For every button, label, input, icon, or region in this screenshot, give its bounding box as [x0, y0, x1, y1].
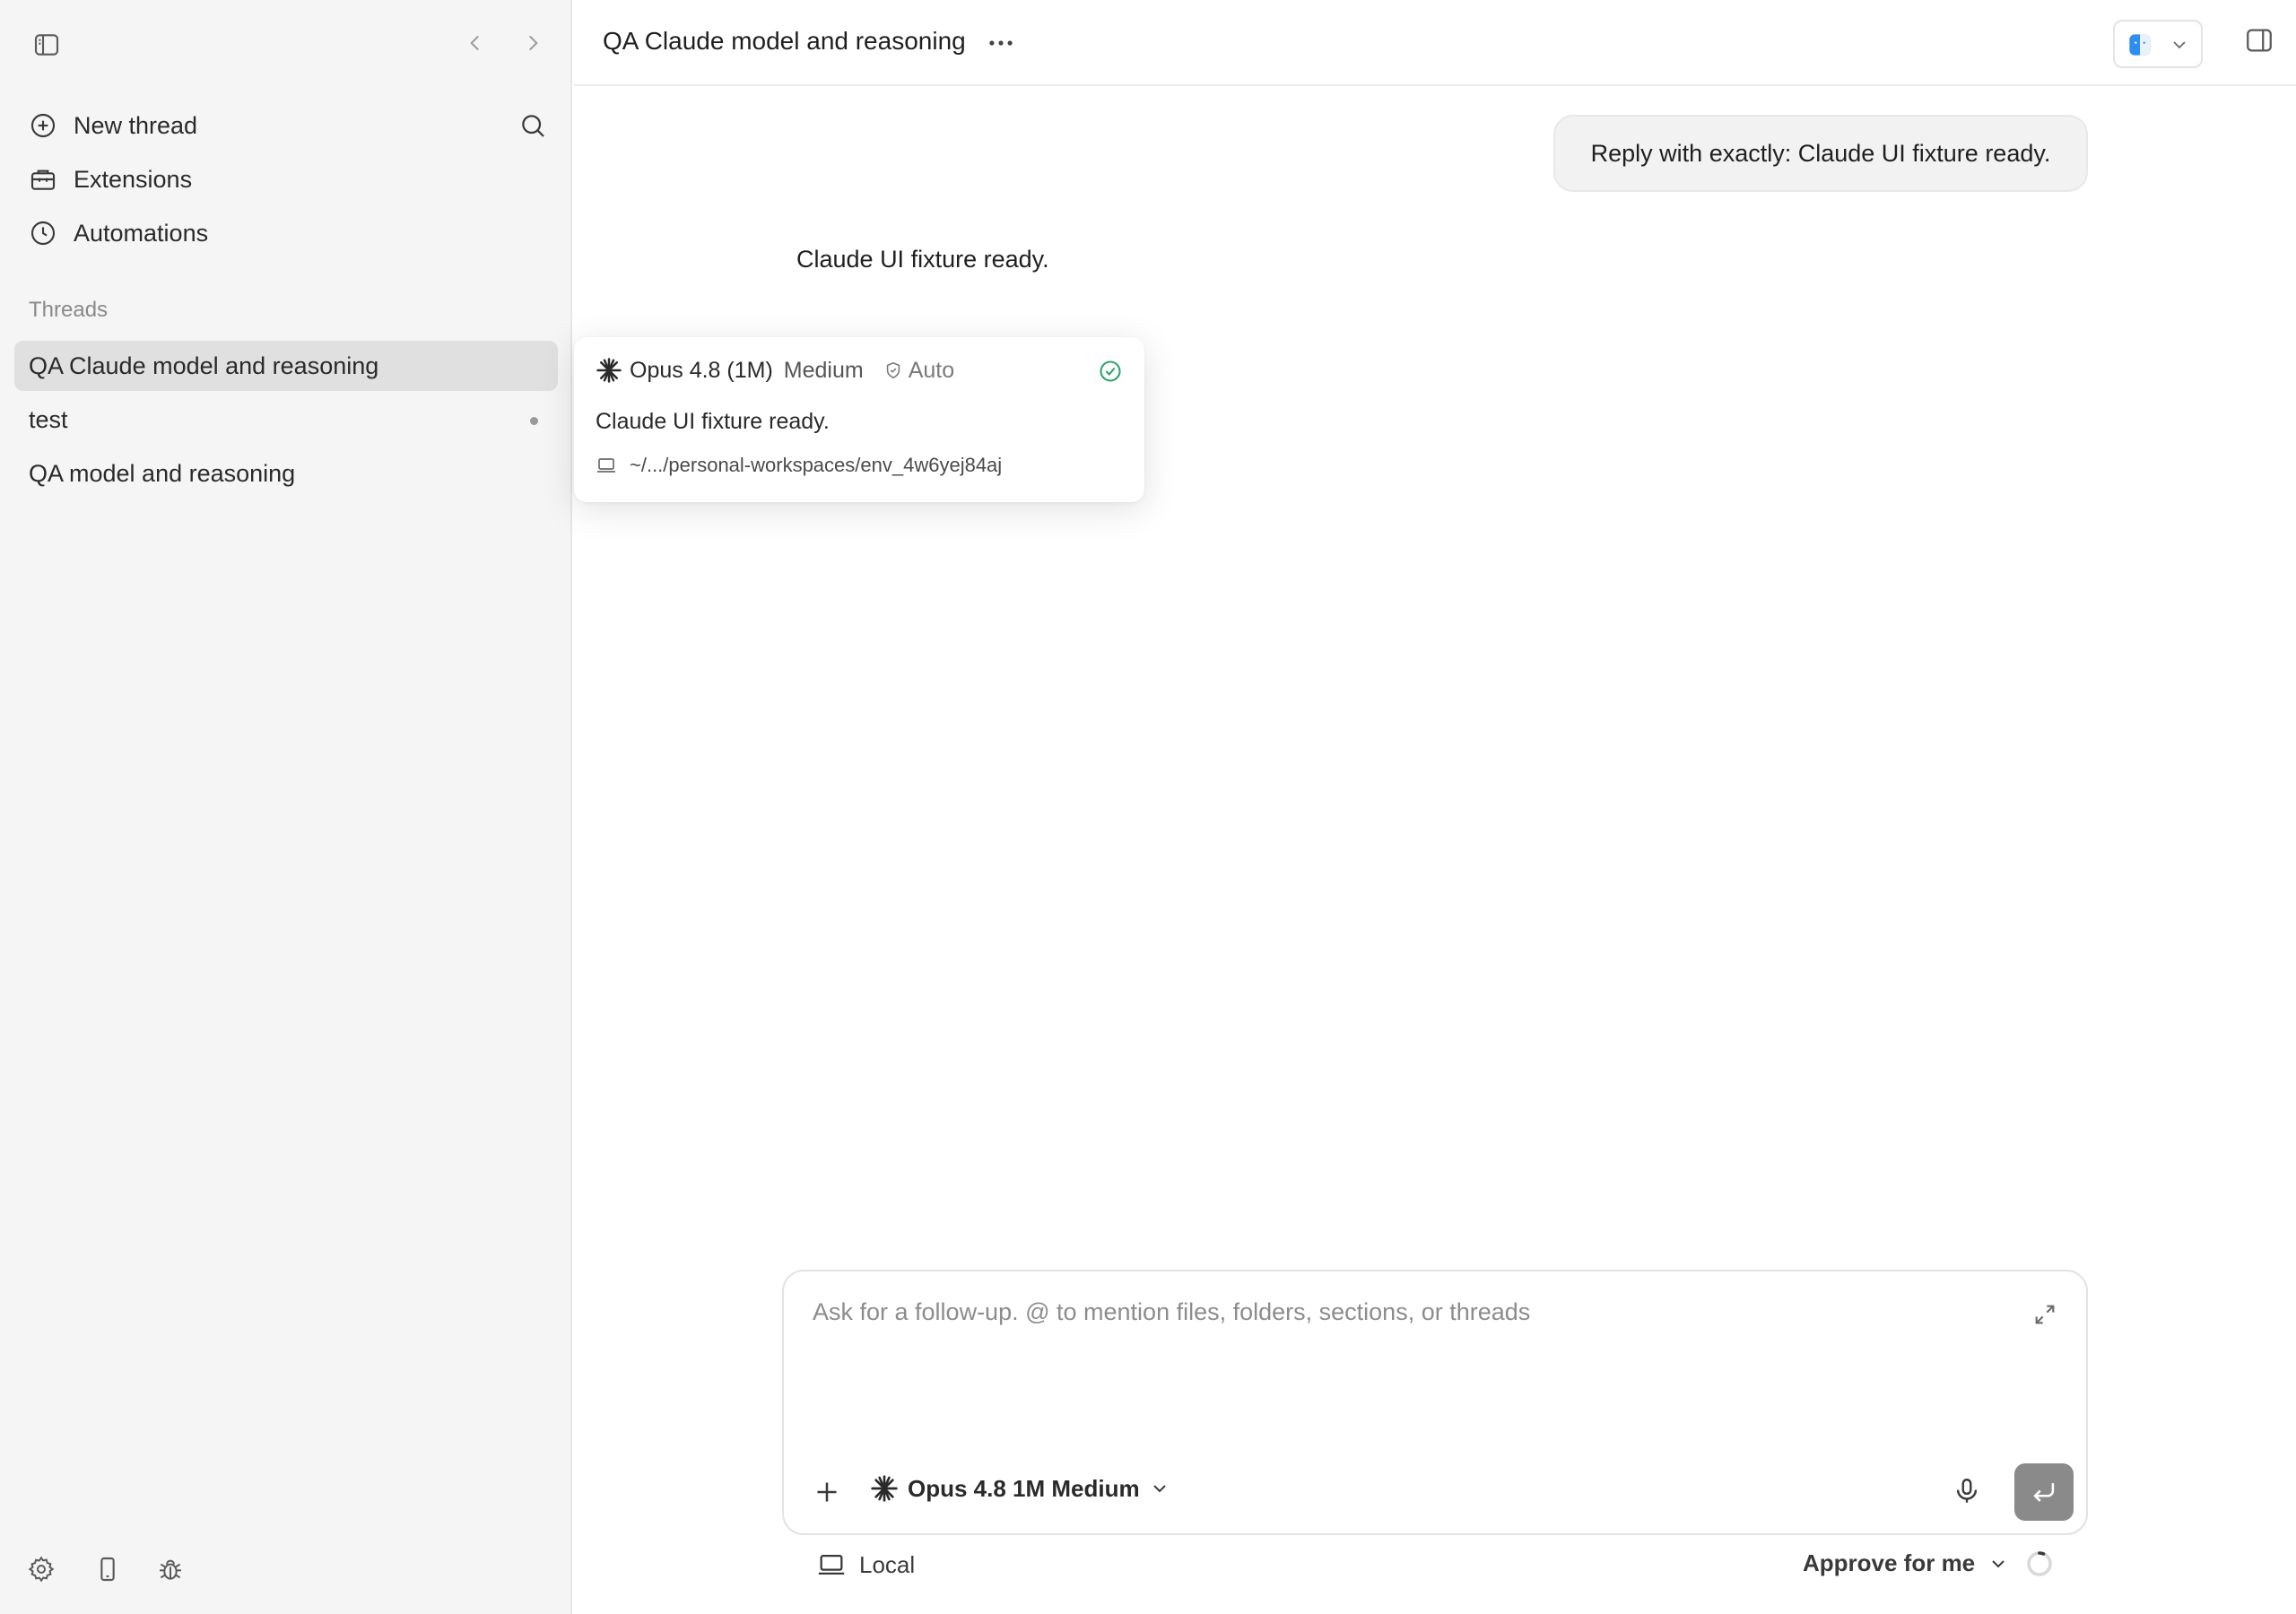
sidebar-toggle-icon[interactable]	[29, 27, 65, 63]
chevron-down-icon	[2169, 34, 2190, 56]
unread-dot	[530, 417, 538, 425]
thread-item-qa-claude[interactable]: QA Claude model and reasoning	[14, 341, 558, 391]
open-in-app-dropdown[interactable]	[2113, 20, 2203, 68]
laptop-icon	[596, 455, 617, 476]
success-check-icon	[1098, 359, 1125, 386]
thread-preview-card: Opus 4.8 (1M) Medium Auto Claude UI fixt…	[574, 337, 1144, 502]
claude-spark-icon	[870, 1474, 899, 1503]
approval-mode-dropdown[interactable]: Approve for me	[1803, 1549, 2009, 1577]
environment-selector[interactable]: Local	[816, 1549, 915, 1580]
bug-icon[interactable]	[156, 1555, 188, 1587]
environment-label: Local	[859, 1550, 916, 1578]
assistant-message: Claude UI fixture ready.	[796, 246, 1049, 273]
composer[interactable]: Ask for a follow-up. @ to mention files,…	[782, 1270, 2088, 1535]
approval-mode-label: Approve for me	[1803, 1549, 1976, 1576]
sidebar: New thread Extensions Automations Thread…	[0, 0, 572, 1614]
loading-spinner-icon	[2023, 1548, 2056, 1580]
extensions-label: Extensions	[74, 165, 193, 193]
automations-label: Automations	[74, 219, 209, 247]
preview-mode-label: Auto	[908, 357, 955, 383]
chevron-down-icon	[1149, 1478, 1170, 1499]
new-thread-label: New thread	[74, 111, 198, 139]
clock-icon	[29, 219, 57, 247]
shield-check-icon	[883, 360, 903, 380]
thread-title: test	[29, 405, 68, 433]
extensions-button[interactable]: Extensions	[16, 156, 192, 203]
send-button[interactable]	[2014, 1463, 2074, 1521]
preview-model-name: Opus 4.8 (1M)	[630, 357, 773, 383]
preview-effort: Medium	[783, 357, 864, 383]
sidebar-toolbar	[0, 0, 572, 86]
finder-app-icon	[2127, 32, 2152, 57]
search-icon[interactable]	[515, 108, 551, 143]
claude-spark-icon	[596, 357, 622, 384]
thread-item-qa-model[interactable]: QA model and reasoning	[14, 448, 558, 499]
laptop-icon	[816, 1549, 847, 1580]
new-thread-button[interactable]: New thread	[16, 102, 197, 149]
chevron-down-icon	[1987, 1553, 2009, 1575]
preview-path-text: ~/.../personal-workspaces/env_4w6yej84aj	[630, 454, 1003, 476]
toolbox-icon	[29, 165, 57, 194]
preview-message: Claude UI fixture ready.	[596, 409, 830, 434]
preview-model-row: Opus 4.8 (1M) Medium Auto	[596, 357, 954, 384]
model-selector[interactable]: Opus 4.8 1M Medium	[870, 1474, 1170, 1503]
model-selector-label: Opus 4.8 1M Medium	[908, 1474, 1140, 1502]
preview-workspace-path: ~/.../personal-workspaces/env_4w6yej84aj	[596, 454, 1002, 477]
plus-circle-icon	[29, 111, 57, 140]
preview-mode: Auto	[883, 358, 954, 384]
back-arrow-icon[interactable]	[459, 27, 491, 59]
more-options-icon[interactable]	[981, 23, 1021, 63]
enter-arrow-icon	[2029, 1477, 2059, 1507]
threads-section-label: Threads	[29, 298, 109, 322]
microphone-icon[interactable]	[1952, 1476, 1987, 1512]
user-message-bubble: Reply with exactly: Claude UI fixture re…	[1553, 115, 2088, 192]
composer-input[interactable]: Ask for a follow-up. @ to mention files,…	[813, 1298, 1530, 1326]
add-attachment-button[interactable]	[811, 1476, 847, 1512]
mobile-device-icon[interactable]	[93, 1555, 126, 1587]
user-message-text: Reply with exactly: Claude UI fixture re…	[1590, 139, 2051, 167]
thread-title: QA model and reasoning	[29, 459, 296, 487]
page-title: QA Claude model and reasoning	[603, 27, 966, 55]
expand-icon[interactable]	[2032, 1302, 2059, 1329]
thread-title: QA Claude model and reasoning	[29, 351, 379, 379]
right-panel-toggle-icon[interactable]	[2244, 25, 2280, 61]
thread-header: QA Claude model and reasoning	[574, 0, 2296, 86]
forward-arrow-icon[interactable]	[517, 27, 549, 59]
thread-item-test[interactable]: test	[14, 395, 558, 445]
settings-gear-icon[interactable]	[27, 1555, 59, 1587]
automations-button[interactable]: Automations	[16, 210, 208, 256]
